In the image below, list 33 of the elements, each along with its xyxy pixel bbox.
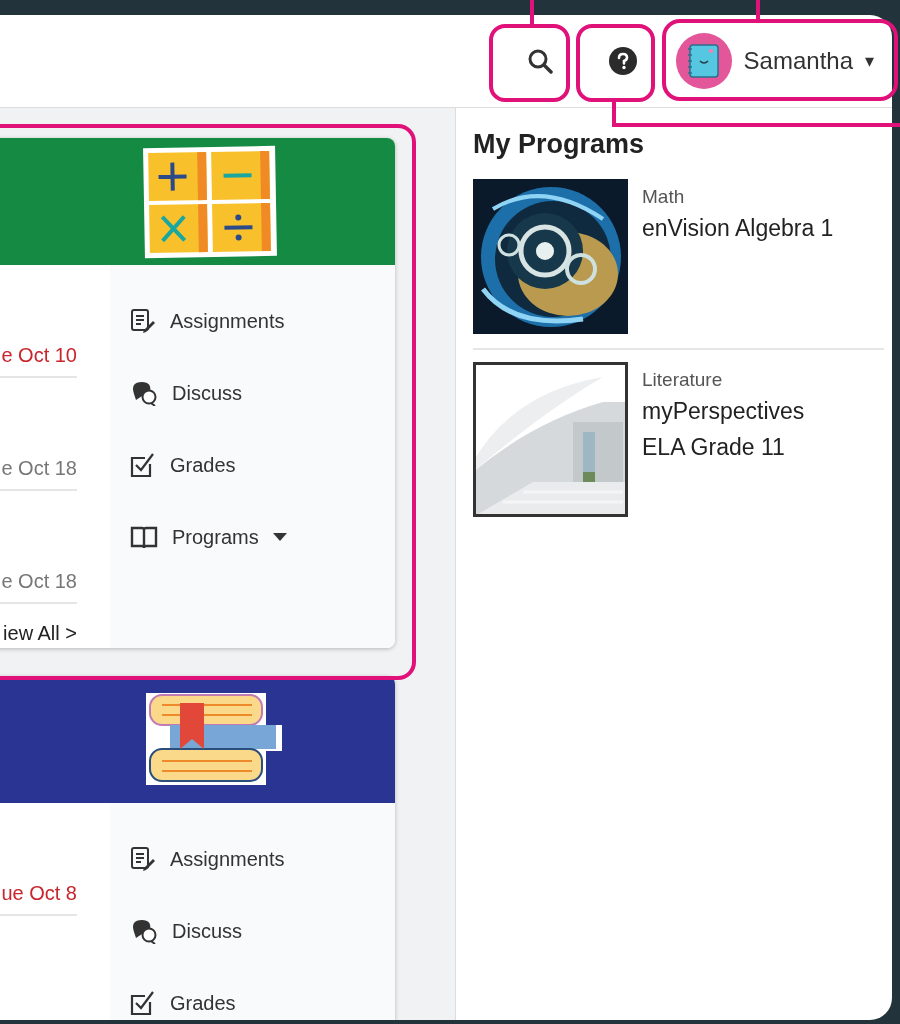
notebook-avatar-icon <box>675 33 732 89</box>
book-icon <box>130 525 158 549</box>
search-icon <box>526 48 553 74</box>
due-date: e Oct 10 <box>1 343 77 368</box>
checkbox-icon <box>130 990 156 1016</box>
view-all-link[interactable]: iew All > <box>0 618 77 648</box>
chat-bubbles-icon <box>130 918 158 944</box>
math-symbols-icon <box>140 143 280 260</box>
course-link[interactable]: Assignments <box>130 823 395 895</box>
course-link[interactable]: Discuss <box>130 895 395 967</box>
help-icon <box>607 46 638 76</box>
leader-line <box>530 0 534 24</box>
course-link[interactable]: Programs <box>130 501 395 573</box>
program-subject: Literature <box>642 367 724 392</box>
section-title: My Programs <box>473 128 646 161</box>
checkbox-icon <box>130 452 156 478</box>
program-subject: Math <box>642 184 686 209</box>
program-title-link[interactable]: myPerspectives ELA Grade 11 <box>642 394 805 466</box>
program-title-link[interactable]: enVision Algebra 1 <box>642 211 834 247</box>
caret-icon: ▾ <box>865 47 874 75</box>
course-link[interactable]: Grades <box>130 967 395 1020</box>
due-date: e Oct 18 <box>1 456 77 481</box>
chat-bubbles-icon <box>130 380 158 406</box>
profile-menu[interactable]: Samantha ▾ <box>675 33 874 89</box>
assignment-icon <box>130 308 156 334</box>
due-date: e Oct 18 <box>1 569 77 594</box>
course-link[interactable]: Grades <box>130 429 395 501</box>
due-date: ue Oct 8 <box>1 881 77 906</box>
user-name: Samantha <box>743 46 853 76</box>
assignment-icon <box>130 846 156 872</box>
course-link[interactable]: Discuss <box>130 357 395 429</box>
leader-line <box>756 0 760 19</box>
course-link[interactable]: Assignments <box>130 285 395 357</box>
